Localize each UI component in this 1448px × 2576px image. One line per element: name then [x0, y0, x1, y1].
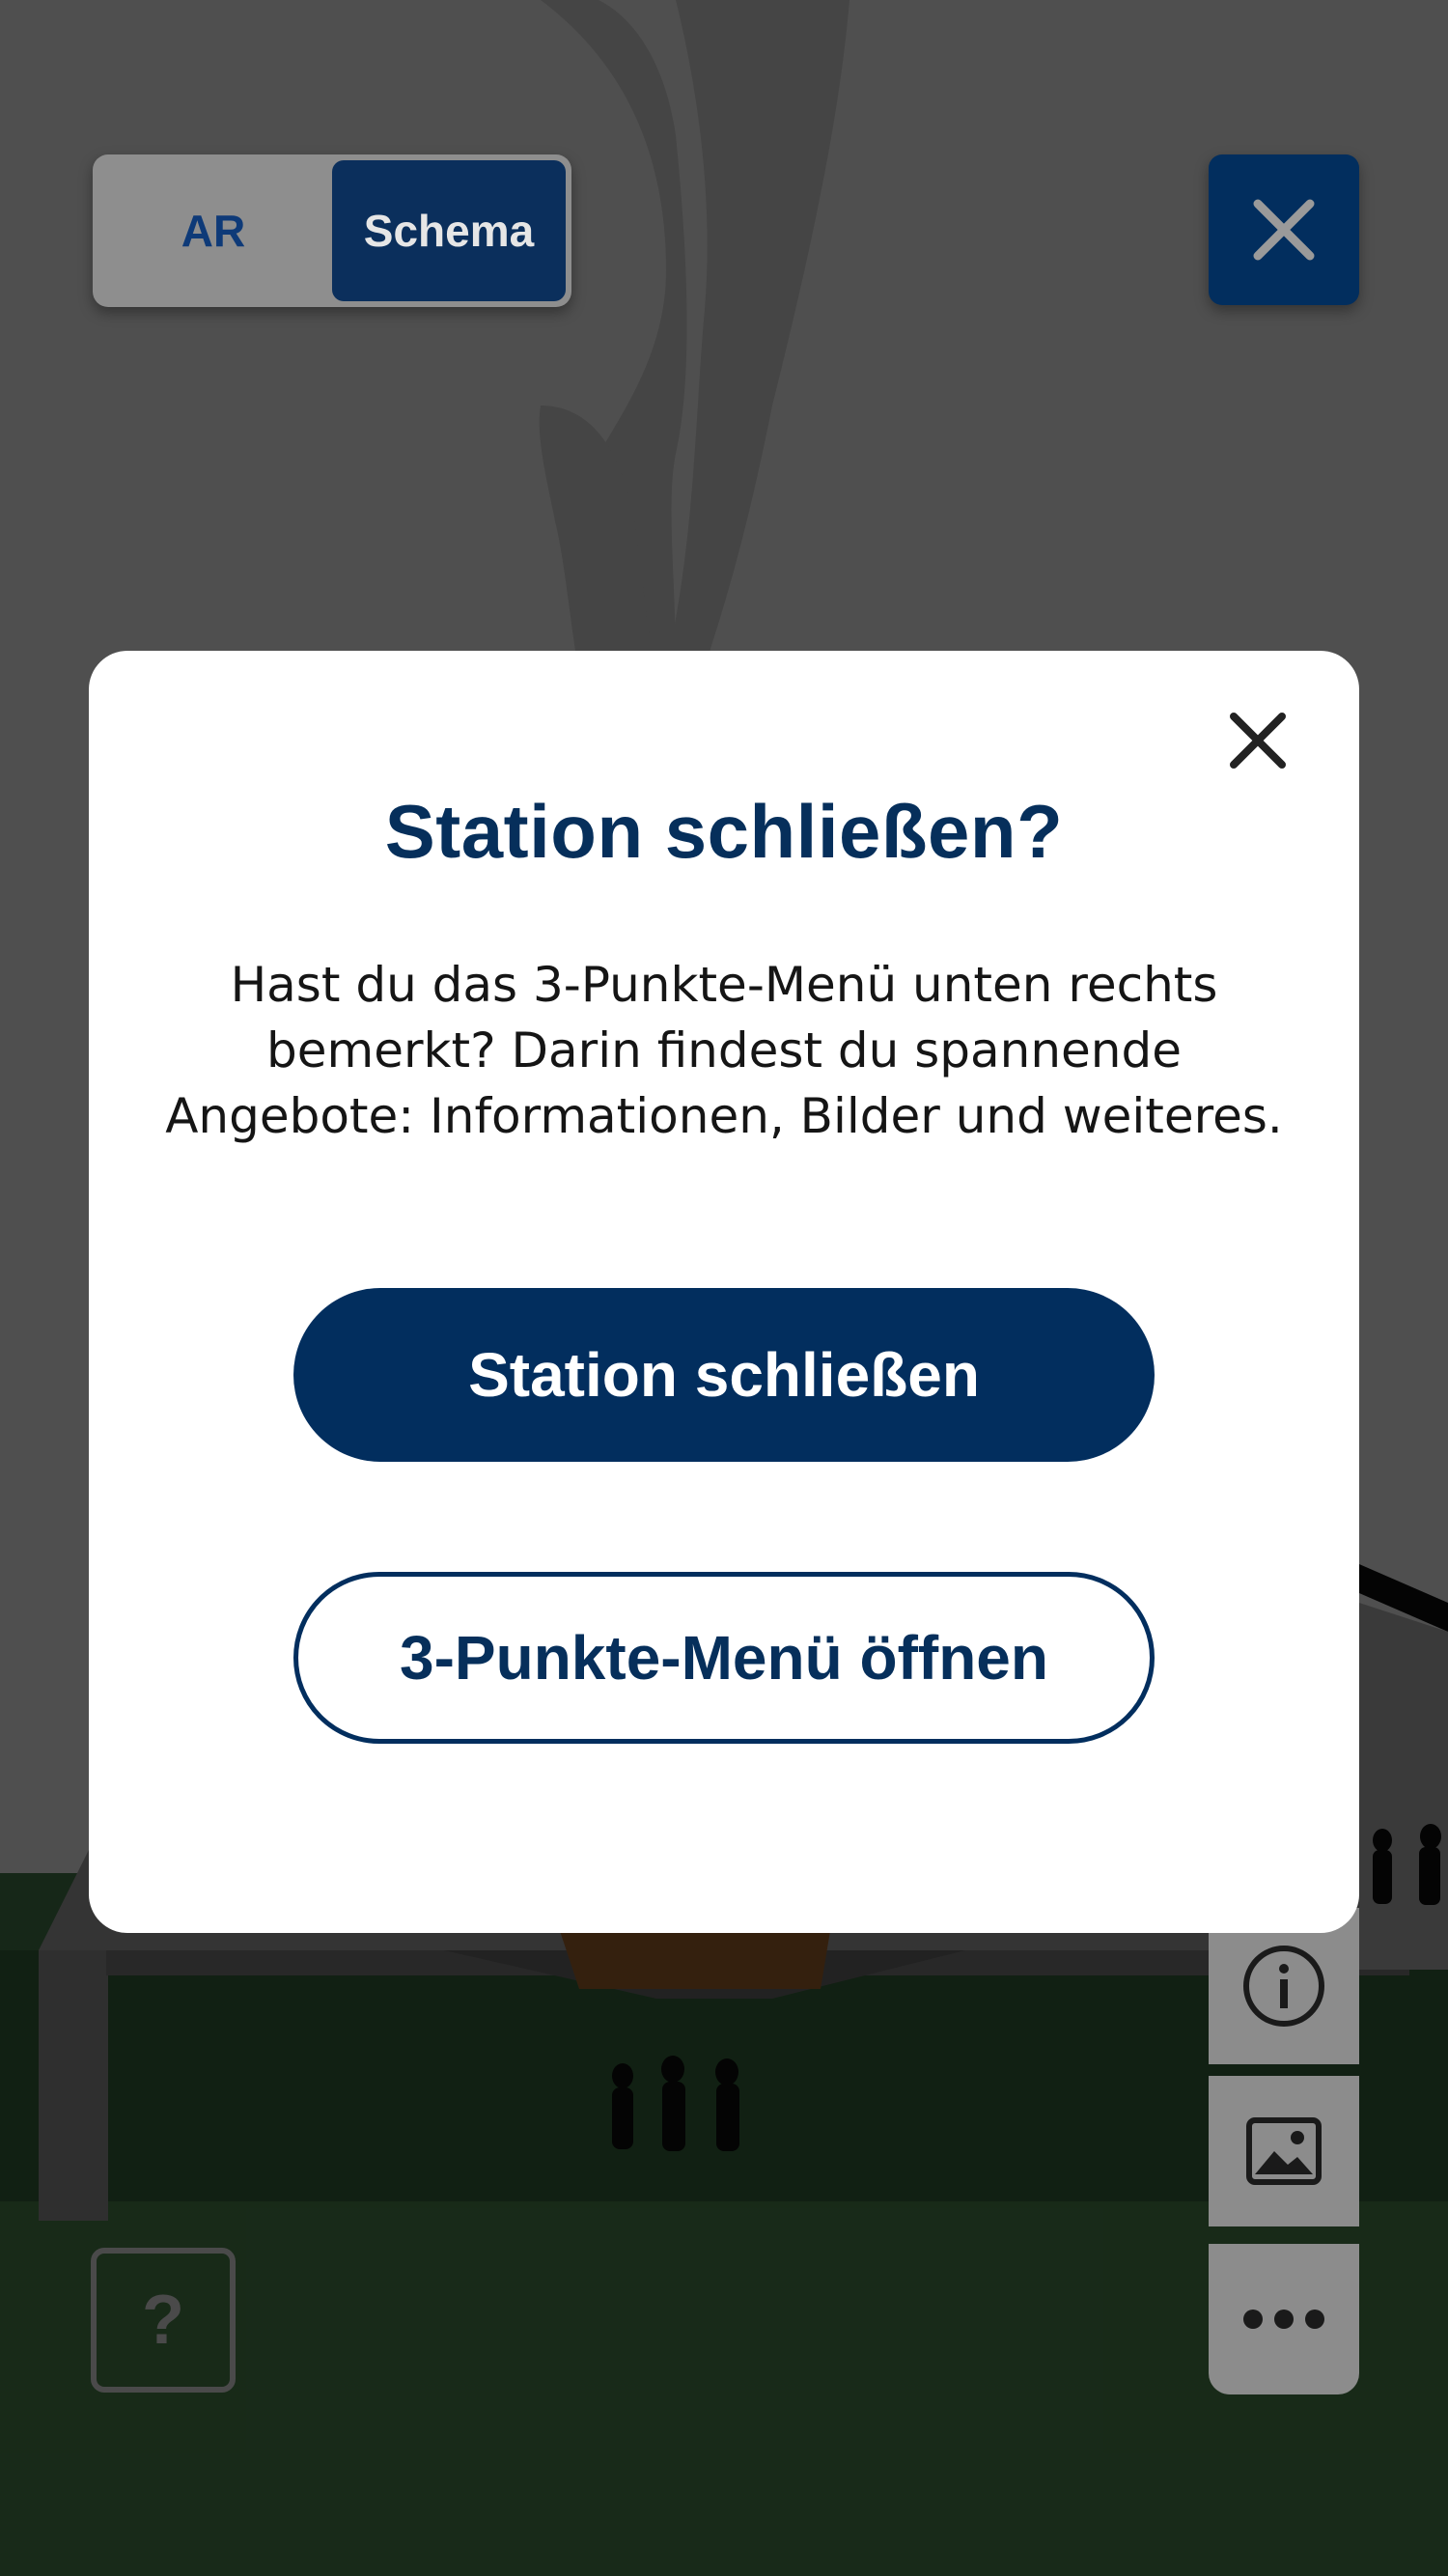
close-icon	[1253, 199, 1315, 261]
more-menu-button[interactable]	[1209, 2244, 1359, 2394]
mode-toggle: AR Schema	[93, 154, 571, 307]
mode-ar-button[interactable]: AR	[100, 160, 326, 301]
close-icon	[1230, 713, 1286, 769]
image-icon	[1246, 2117, 1322, 2185]
dialog-body-line: bemerkt? Darin findest du spannende	[266, 1022, 1182, 1078]
images-button[interactable]	[1209, 2076, 1359, 2226]
help-label: ?	[142, 2282, 184, 2359]
mode-schema-button[interactable]: Schema	[332, 160, 566, 301]
more-dots-icon	[1243, 2310, 1324, 2329]
dialog-body-line: Hast du das 3-Punkte-Menü unten rechts	[230, 957, 1218, 1013]
dialog-body-line: Angebote: Informationen, Bilder und weit…	[165, 1088, 1283, 1144]
dialog-close-button[interactable]	[1214, 697, 1301, 784]
info-icon	[1243, 1946, 1324, 2027]
close-station-dialog: Station schließen? Hast du das 3-Punkte-…	[89, 651, 1359, 1933]
close-station-button[interactable]	[1209, 154, 1359, 305]
dialog-title: Station schließen?	[384, 789, 1064, 874]
help-button[interactable]: ?	[91, 2248, 236, 2393]
dialog-body: Hast du das 3-Punkte-Menü unten rechts b…	[127, 952, 1321, 1149]
open-menu-button[interactable]: 3-Punkte-Menü öffnen	[293, 1572, 1155, 1744]
confirm-close-station-button[interactable]: Station schließen	[293, 1288, 1155, 1462]
